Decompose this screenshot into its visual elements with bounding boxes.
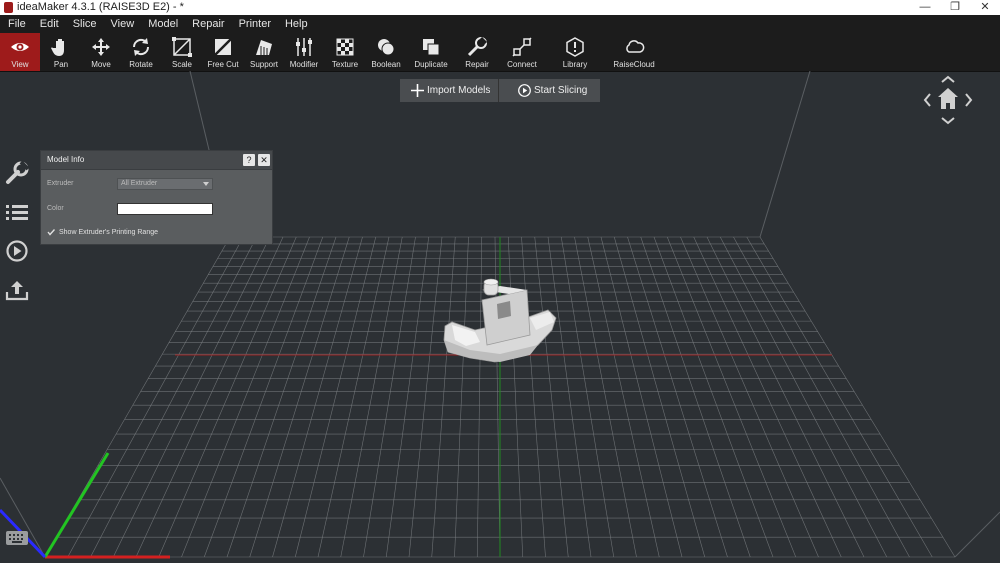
menu-view[interactable]: View	[104, 15, 142, 33]
cloud-icon	[626, 40, 645, 53]
rotate-icon	[132, 38, 150, 56]
tool-library-button[interactable]: Library	[555, 33, 595, 71]
menu-file[interactable]: File	[0, 15, 33, 33]
tool-boolean-button[interactable]: Boolean	[366, 33, 406, 71]
chevron-down-icon	[203, 182, 209, 186]
action-bar: Import Models Start Slicing	[400, 79, 600, 102]
tool-connect-button[interactable]: Connect	[502, 33, 542, 71]
boolean-icon	[378, 39, 395, 56]
app-logo-icon	[4, 2, 13, 13]
tool-raisecloud-button[interactable]: RaiseCloud	[613, 33, 655, 71]
tool-label: Connect	[507, 60, 537, 69]
scale-icon	[172, 37, 192, 57]
color-swatch[interactable]	[117, 203, 213, 215]
start-slicing-button[interactable]: Start Slicing	[499, 79, 600, 102]
window-title: ideaMaker 4.3.1 (RAISE3D E2) - *	[17, 1, 184, 13]
menu-printer[interactable]: Printer	[232, 15, 278, 33]
modifier-icon	[296, 38, 312, 56]
panel-close-button[interactable]: ✕	[258, 154, 270, 166]
free-cut-icon	[213, 37, 233, 57]
color-label: Color	[47, 205, 64, 212]
nav-left-icon[interactable]	[923, 93, 931, 107]
benchy-model[interactable]	[443, 278, 557, 363]
checkmark-icon[interactable]	[47, 228, 55, 236]
hand-icon	[51, 39, 64, 56]
menu-repair[interactable]: Repair	[185, 15, 231, 33]
texture-icon	[336, 38, 354, 56]
play-icon[interactable]	[4, 238, 30, 264]
main-toolbar: View Pan Move Rotate Scale Free Cut Supp…	[0, 33, 1000, 72]
extruder-label: Extruder	[47, 180, 74, 187]
tool-label: Library	[562, 60, 588, 69]
build-plate-scene	[0, 71, 1000, 559]
import-models-label: Import Models	[427, 85, 491, 96]
list-icon[interactable]	[4, 199, 30, 225]
upload-icon[interactable]	[4, 277, 30, 303]
menu-help[interactable]: Help	[278, 15, 315, 33]
help-button[interactable]: ?	[243, 154, 255, 166]
menu-edit[interactable]: Edit	[33, 15, 66, 33]
plus-icon	[411, 84, 424, 97]
import-models-button[interactable]: Import Models	[400, 79, 499, 102]
3d-viewport[interactable]	[0, 71, 1000, 563]
tool-duplicate-button[interactable]: Duplicate	[411, 33, 451, 71]
extruder-select-value: All Extruder	[121, 180, 158, 187]
view-navigation	[922, 74, 974, 126]
move-arrows-icon	[92, 38, 110, 56]
menu-model[interactable]: Model	[141, 15, 185, 33]
show-printing-range-label: Show Extruder's Printing Range	[59, 229, 158, 236]
home-icon[interactable]	[938, 88, 958, 109]
title-bar: ideaMaker 4.3.1 (RAISE3D E2) - * — ❐ ✕	[0, 0, 1000, 15]
nav-down-icon[interactable]	[941, 117, 955, 125]
model-info-title: Model Info	[47, 155, 85, 164]
duplicate-icon	[423, 39, 440, 56]
repair-icon	[467, 36, 488, 57]
menu-bar: File Edit Slice View Model Repair Printer Help	[0, 15, 1000, 33]
play-circle-icon	[518, 84, 531, 97]
model-info-panel: Model Info ? ✕ Extruder All Extruder Col…	[40, 150, 273, 245]
minimize-button[interactable]: —	[910, 0, 940, 15]
library-icon	[566, 37, 584, 57]
model-info-header: Model Info ? ✕	[41, 151, 272, 170]
nav-right-icon[interactable]	[965, 93, 973, 107]
support-icon	[256, 40, 272, 55]
nav-up-icon[interactable]	[941, 75, 955, 83]
keyboard-icon[interactable]	[6, 531, 28, 545]
menu-slice[interactable]: Slice	[66, 15, 104, 33]
start-slicing-label: Start Slicing	[534, 85, 588, 96]
close-window-button[interactable]: ✕	[970, 0, 1000, 15]
wrench-icon[interactable]	[4, 160, 30, 186]
maximize-button[interactable]: ❐	[940, 0, 970, 15]
connect-icon	[512, 37, 532, 57]
tool-label: RaiseCloud	[613, 60, 655, 69]
tool-repair-button[interactable]: Repair	[457, 33, 497, 71]
extruder-select[interactable]: All Extruder	[117, 178, 213, 190]
eye-icon	[11, 43, 29, 51]
